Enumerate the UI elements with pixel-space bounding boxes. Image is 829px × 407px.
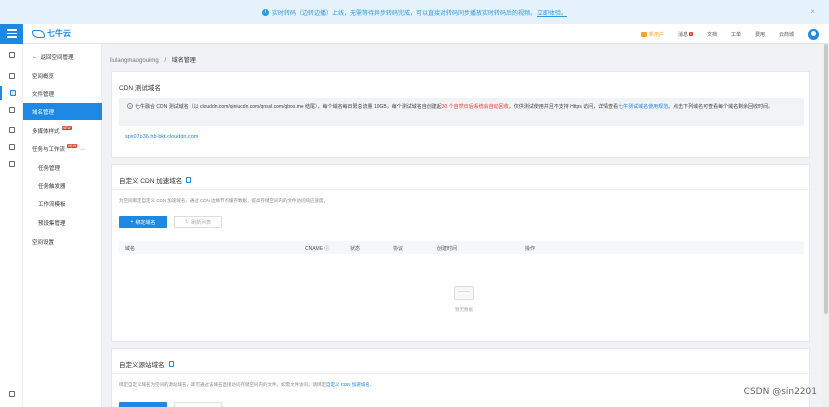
sidebar-item-task-management[interactable]: 任务管理 xyxy=(23,159,102,176)
question-icon: ? xyxy=(127,103,133,109)
arrow-left-icon: ← xyxy=(32,53,38,60)
kodo-icon[interactable] xyxy=(0,86,23,100)
document-icon[interactable] xyxy=(0,157,23,171)
custom-source-domain-card: 自定义源站域名 绑定自定义域名为空间的源站域名，即可通过该域名直接访问存储空间内… xyxy=(111,348,810,407)
refresh-source-list-button[interactable] xyxy=(174,402,222,407)
settings-icon[interactable] xyxy=(0,387,23,401)
breadcrumb: liulangmaogouimg / 域名管理 xyxy=(110,58,196,64)
test-domain-rules-link[interactable]: 七牛测试域名使用规范 xyxy=(618,104,668,110)
plus-icon: + xyxy=(130,219,134,225)
grid-icon[interactable] xyxy=(0,69,23,83)
product-icon-rail xyxy=(0,44,23,407)
page-scrollbar[interactable] xyxy=(823,44,829,407)
back-to-buckets[interactable]: ← 返回空间管理 xyxy=(23,48,102,65)
sidebar-item-domains[interactable]: 域名管理 xyxy=(23,103,102,120)
sidebar-item-workflow-templates[interactable]: 工作流模板 xyxy=(23,195,102,212)
ticket-link[interactable]: 工单 xyxy=(731,31,741,38)
test-domain-link[interactable]: spx07o36.hb-bkt.clouddn.com xyxy=(125,134,198,140)
top-nav-links: 新用户 消息 1 文档 工单 费用 云商城 xyxy=(627,24,819,44)
sidebar-item-presets[interactable]: 预设集管理 xyxy=(23,214,102,231)
doc-icon[interactable] xyxy=(186,177,192,183)
banner-text: 实时转码（边转边播）上线，无需等待异步转码完成，可以直接对转码同步播放实时转码后… xyxy=(271,10,536,17)
message-badge: 1 xyxy=(688,32,693,36)
sidebar-item-tasks-workflows[interactable]: 任务与工作流 NEW ︿ xyxy=(23,140,102,157)
announcement-banner: i 实时转码（边转边播）上线，无需等待异步转码完成，可以直接对转码同步播放实时转… xyxy=(0,0,829,24)
col-actions: 操作 xyxy=(525,246,536,252)
sidebar-item-files[interactable]: 文件管理 xyxy=(23,85,102,102)
custom-cdn-domain-card: 自定义 CDN 加速域名 为空间绑定自定义 CDN 加速域名，通过 CDN 边缘… xyxy=(111,164,810,342)
folder-icon[interactable] xyxy=(0,140,23,154)
breadcrumb-bucket[interactable]: liulangmaogouimg xyxy=(110,58,159,64)
top-navbar: 七牛云 新用户 消息 1 文档 工单 费用 云商城 xyxy=(0,23,829,44)
custom-cdn-link[interactable]: 自定义 CDN 加速域名 xyxy=(326,382,370,387)
docs-link[interactable]: 文档 xyxy=(707,31,717,38)
col-created-time: 创建时间 xyxy=(437,246,458,252)
chevron-up-icon: ︿ xyxy=(80,146,86,152)
billing-link[interactable]: 费用 xyxy=(755,31,765,38)
logo[interactable]: 七牛云 xyxy=(32,28,71,39)
cdn-test-domain-card: CDN 测试域名 ? 七牛融合 CDN 测试域名（以 clouddn.com/qi… xyxy=(111,71,810,158)
sidebar-item-task-triggers[interactable]: 任务触发器 xyxy=(23,177,102,194)
card-title: 自定义 CDN 加速域名 xyxy=(119,175,192,185)
sidebar-item-bucket-settings[interactable]: 空间设置 xyxy=(23,233,102,250)
message-link[interactable]: 消息 1 xyxy=(678,31,693,38)
close-icon[interactable]: × xyxy=(810,7,815,16)
bind-domain-button[interactable]: + 绑定域名 xyxy=(119,216,167,228)
clock-icon[interactable] xyxy=(0,123,23,137)
sidebar-item-overview[interactable]: 空间概览 xyxy=(23,67,102,84)
scrollbar-thumb[interactable] xyxy=(824,44,828,314)
card-title: CDN 测试域名 xyxy=(119,85,161,92)
empty-inbox-icon xyxy=(454,286,474,300)
col-domain: 域名 xyxy=(125,246,136,252)
custom-cdn-desc: 为空间绑定自定义 CDN 加速域名，通过 CDN 边缘节点缓存数据，提高存储空间… xyxy=(119,198,328,203)
doc-icon[interactable] xyxy=(168,361,174,367)
logo-text: 七牛云 xyxy=(47,29,71,38)
info-icon: i xyxy=(261,8,269,16)
test-domain-notice: ? 七牛融合 CDN 测试域名（以 clouddn.com/qiniucdn.co… xyxy=(119,98,804,126)
refresh-icon: ↻ xyxy=(184,219,190,225)
bind-source-domain-button[interactable] xyxy=(119,402,167,407)
refresh-list-button[interactable]: ↻ 刷新列表 xyxy=(174,216,222,228)
cloud-icon[interactable] xyxy=(0,103,23,117)
card-title: 自定义源站域名 xyxy=(119,359,174,369)
new-badge: NEW xyxy=(61,125,72,130)
breadcrumb-current: 域名管理 xyxy=(171,58,196,64)
storage-icon[interactable] xyxy=(0,48,23,62)
watermark: CSDN @sin2201 xyxy=(743,387,817,397)
domain-table-header: 域名 CNAME ⓘ 状态 协议 创建时间 操作 xyxy=(119,241,804,254)
col-protocol: 协议 xyxy=(393,246,404,252)
custom-source-desc: 绑定自定义域名为空间的源站域名，即可通过该域名直接访问存储空间内的文件。如需文件… xyxy=(119,382,375,387)
empty-state: 暂无数据 xyxy=(434,286,494,313)
avatar[interactable] xyxy=(808,28,819,40)
gift-icon xyxy=(640,31,647,37)
console-link[interactable]: 云商城 xyxy=(779,31,794,38)
new-user-link[interactable]: 新用户 xyxy=(640,31,664,38)
col-cname: CNAME ⓘ xyxy=(305,246,330,252)
bucket-sidebar: ← 返回空间管理 空间概览 文件管理 域名管理 多媒体样式 NEW 任务与工作流 N… xyxy=(23,44,102,407)
col-status: 状态 xyxy=(350,246,361,252)
qiniu-logo-icon xyxy=(32,29,45,38)
new-badge: NEW xyxy=(67,143,78,148)
menu-icon[interactable] xyxy=(0,23,23,44)
sidebar-item-media-styles[interactable]: 多媒体样式 NEW xyxy=(23,122,102,139)
banner-link[interactable]: 立即体验。 xyxy=(537,8,567,17)
main-content: liulangmaogouimg / 域名管理 CDN 测试域名 ? 七牛融合 C… xyxy=(102,44,829,407)
